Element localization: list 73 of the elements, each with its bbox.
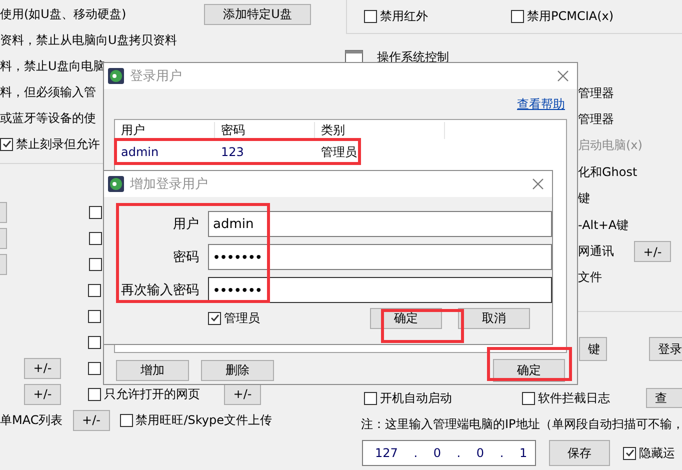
option-text: 管理器 [578,111,614,128]
checkbox[interactable] [89,232,102,244]
option-text: 文件 [578,269,602,286]
option-text: 网通讯 [578,243,614,260]
field-label: 再次输入密码 [120,282,199,299]
checkbox-label: 禁用PCMCIA(x) [527,8,614,25]
plus-minus-button[interactable]: +/- [224,384,261,404]
help-link[interactable]: 查看帮助 [517,96,565,112]
checkbox-label: 禁用旺旺/Skype文件上传 [136,412,272,428]
dialog-button[interactable]: 增加 [116,360,189,380]
add-usb-button[interactable]: 添加特定U盘 [204,4,311,24]
ip-address-field[interactable]: 127 . 0 . 0 . 1 [362,440,536,466]
table-cell-text: admin [120,145,160,159]
checkbox[interactable] [522,392,535,405]
checkbox[interactable] [88,388,101,400]
option-text: 键 [578,190,590,208]
username-field[interactable]: admin [208,211,552,237]
usb-label: 使用(如U盘、移动硬盘) [0,6,128,22]
checkbox-label: 软件拦截日志 [538,390,610,407]
field-label: 用户 [172,216,199,233]
action-button[interactable]: 登录 [649,337,682,362]
password-field[interactable]: ••••••• [208,277,552,303]
plus-minus-button[interactable]: +/- [24,358,61,378]
save-button[interactable]: 保存 [549,440,610,466]
option-text: 或蓝牙等设备的使 [0,110,96,126]
checkbox[interactable] [208,312,221,324]
option-text: 启动电脑(x) [578,137,642,154]
option-text: 化和Ghost [578,164,638,181]
checkbox[interactable] [89,258,102,270]
column-header[interactable]: 类别 [315,122,445,138]
checkbox-label: 禁用红外 [380,8,428,25]
table-cell-text: 123 [220,145,245,159]
checkbox[interactable] [364,392,377,405]
column-header[interactable]: 用户 [115,122,215,138]
plus-minus-button[interactable]: +/- [634,241,671,262]
checkbox[interactable] [88,362,101,374]
checkbox[interactable] [88,284,101,296]
checkbox-label: 只允许打开的网页 [104,386,200,402]
dialog-button[interactable]: 删除 [201,360,274,380]
checkbox[interactable] [623,446,636,460]
app-icon [108,68,124,84]
dialog-title: 增加登录用户 [130,176,209,193]
option-text: 料，但必须输入管 [0,84,96,100]
note-text: 注：这里输入管理端电脑的IP地址（单网段自动扫描可不输， [361,416,682,433]
password-field[interactable]: ••••••• [208,244,552,270]
checkbox[interactable] [120,414,133,426]
checkbox[interactable] [88,336,101,348]
section-title: 操作系统控制 [377,48,449,66]
checkbox[interactable] [511,10,524,23]
checkbox[interactable] [89,206,102,218]
close-icon[interactable] [532,178,544,190]
plus-minus-button[interactable]: +/- [72,410,110,430]
table-cell-text: 管理员 [320,144,358,160]
checkbox-label: 禁止刻录但允许 [16,136,100,152]
plus-minus-button[interactable]: +/- [24,384,61,404]
cancel-button[interactable]: 取消 [458,308,530,328]
checkbox[interactable] [0,138,13,150]
checkbox[interactable] [364,10,377,23]
action-button[interactable]: 键 [579,337,607,362]
column-header[interactable]: 密码 [215,122,315,138]
checkbox-label: 隐藏运 [639,444,675,462]
option-text: 管理器 [578,84,614,102]
close-icon[interactable] [557,70,569,82]
checkbox[interactable] [88,310,101,322]
field-label: 密码 [172,249,199,266]
option-text: 资料，禁止从电脑向U盘拷贝资料 [0,32,177,48]
mac-list-label: 单MAC列表 [0,412,63,428]
checkbox-label: 开机自动启动 [380,390,452,407]
dialog-title: 登录用户 [130,68,183,85]
option-text: -Alt+A键 [578,216,629,234]
checkbox-label: 管理员 [224,310,260,326]
query-button[interactable]: 查 [646,388,682,408]
app-icon [108,176,124,192]
